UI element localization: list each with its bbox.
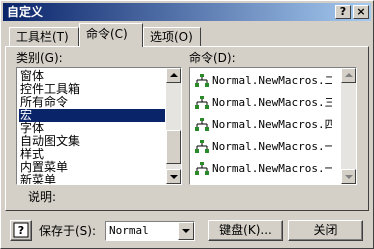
save-in-select[interactable]: Normal xyxy=(105,221,195,241)
tab-options[interactable]: 选项(O) xyxy=(143,27,201,47)
command-item[interactable]: Normal.NewMacros.四 xyxy=(192,114,332,136)
window-title: 自定义 xyxy=(7,5,44,19)
categories-label: 类别(G): xyxy=(16,51,63,65)
command-item[interactable]: Normal.NewMacros.一 xyxy=(192,158,332,180)
description-label: 说明: xyxy=(28,190,57,204)
command-label: Normal.NewMacros.二 xyxy=(212,74,332,87)
commands-list[interactable]: Normal.NewMacros.二 Normal.NewMacros.三 Norm… xyxy=(189,67,357,185)
keyboard-button[interactable]: 键盘(K)... xyxy=(208,220,283,241)
customize-dialog: 自定义 ? × 工具栏(T) 命令(C) 选项(O) 类别(G): 命令(D):… xyxy=(0,0,374,249)
command-label: Normal.NewMacros.一 xyxy=(212,140,332,153)
help-icon: ? xyxy=(13,222,29,238)
command-item[interactable]: Normal.NewMacros.三 xyxy=(192,92,332,114)
command-label: Normal.NewMacros.四 xyxy=(212,118,332,131)
svg-text:?: ? xyxy=(18,224,24,237)
scroll-thumb[interactable] xyxy=(166,130,181,164)
macro-tree-icon xyxy=(195,74,209,87)
commands-scrollbar[interactable] xyxy=(341,68,356,184)
save-in-label: 保存于(S): xyxy=(39,224,97,238)
chevron-down-icon[interactable] xyxy=(178,222,194,240)
category-item[interactable]: 新菜单 xyxy=(19,174,165,185)
save-in-value: Normal xyxy=(109,224,149,237)
help-button[interactable]: ? xyxy=(335,5,351,19)
help-question-button[interactable]: ? xyxy=(10,220,32,241)
tab-toolbars[interactable]: 工具栏(T) xyxy=(9,27,79,47)
close-button[interactable]: 关闭 xyxy=(288,220,363,241)
command-item[interactable]: Normal.NewMacros.一 xyxy=(192,136,332,158)
scroll-down-button[interactable] xyxy=(341,169,356,184)
command-label: Normal.NewMacros.三 xyxy=(212,96,332,109)
macro-tree-icon xyxy=(195,96,209,109)
tab-panel: 类别(G): 命令(D): 窗体 控件工具箱 所有命令宏字体 自动图文集 样式 内置菜单新… xyxy=(5,46,369,211)
scroll-up-button[interactable] xyxy=(341,68,356,83)
scroll-down-button[interactable] xyxy=(166,169,181,184)
close-icon[interactable]: × xyxy=(353,5,369,19)
title-bar[interactable]: 自定义 ? × xyxy=(3,3,371,21)
macro-tree-icon xyxy=(195,162,209,175)
category-item[interactable]: 所有命令 xyxy=(19,96,165,109)
commands-label: 命令(D): xyxy=(189,51,236,65)
categories-list[interactable]: 窗体 控件工具箱 所有命令宏字体 自动图文集 样式 内置菜单 新菜单 xyxy=(16,67,182,185)
command-item[interactable]: Normal.NewMacros.二 xyxy=(192,70,332,92)
scroll-up-button[interactable] xyxy=(166,68,181,83)
macro-tree-icon xyxy=(195,118,209,131)
macro-tree-icon xyxy=(195,140,209,153)
tab-commands[interactable]: 命令(C) xyxy=(79,23,143,47)
command-label: Normal.NewMacros.一 xyxy=(212,162,332,175)
categories-scrollbar[interactable] xyxy=(166,68,181,184)
